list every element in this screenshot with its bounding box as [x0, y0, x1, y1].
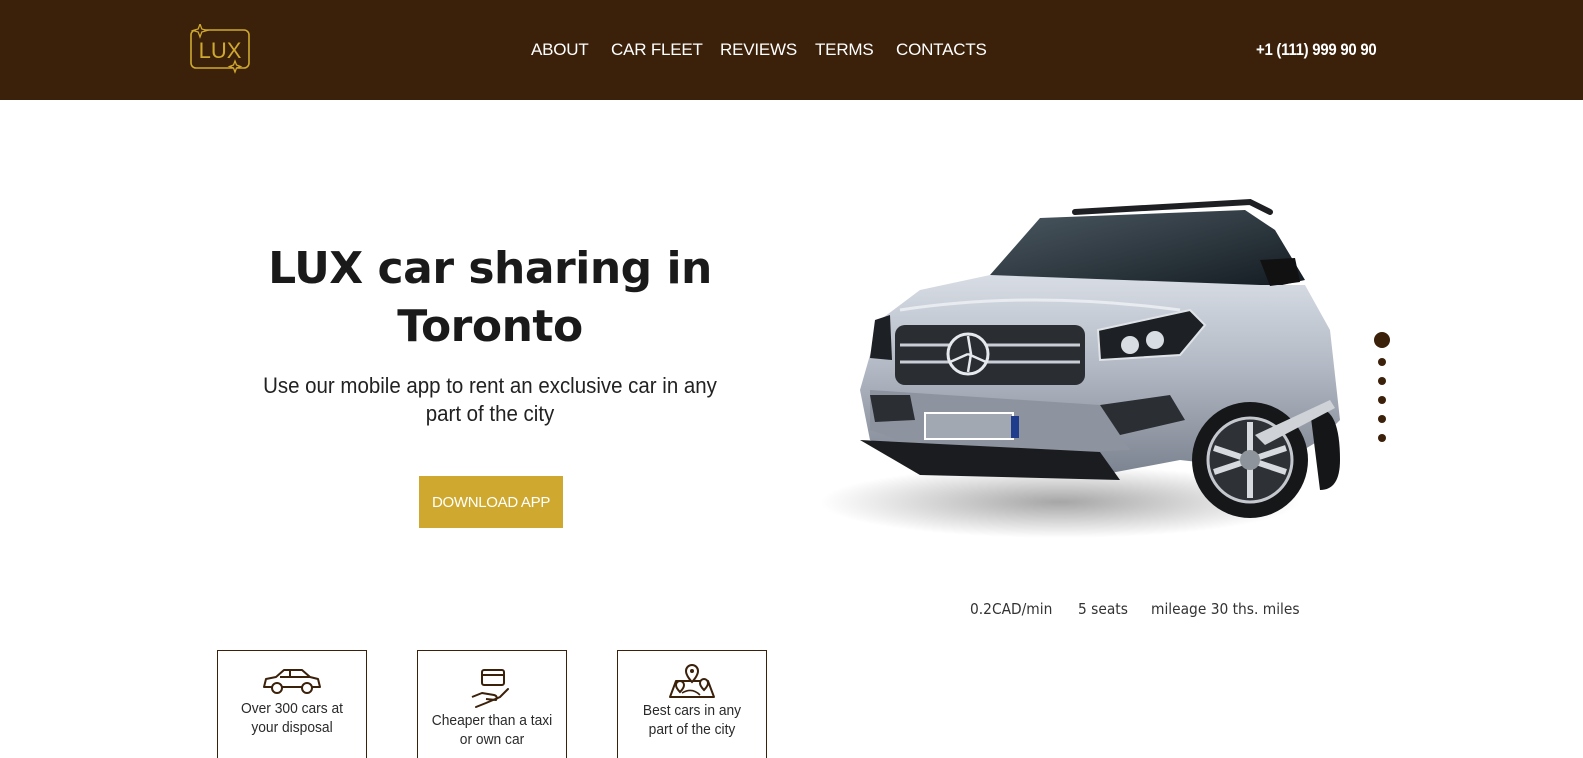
- feature-text-cars-line2: your disposal: [251, 719, 333, 736]
- hero-subtitle-line1: Use our mobile app to rent an exclusive …: [263, 373, 717, 398]
- site-header: LUX ABOUT CAR FLEET REVIEWS TERMS CONTAC…: [0, 0, 1583, 100]
- slider-dots: [1374, 332, 1394, 452]
- car-image: [800, 190, 1360, 560]
- slider-dot-2[interactable]: [1378, 358, 1386, 366]
- spec-seats: 5 seats: [1078, 600, 1129, 618]
- slider-dot-6[interactable]: [1378, 434, 1386, 442]
- feature-card-cars: Over 300 cars at your disposal: [217, 650, 367, 758]
- hero-title-line2: Toronto: [397, 301, 583, 352]
- slider-dot-5[interactable]: [1378, 415, 1386, 423]
- feature-text-best-line2: part of the city: [648, 721, 736, 738]
- map-pins-icon: [669, 663, 715, 698]
- feature-text-cars-line1: Over 300 cars at: [240, 700, 344, 717]
- hero-subtitle: Use our mobile app to rent an exclusive …: [258, 372, 723, 428]
- slider-dot-1[interactable]: [1374, 332, 1390, 348]
- phone-link[interactable]: +1 (111) 999 90 90: [1256, 40, 1377, 60]
- feature-text-cheaper-line1: Cheaper than a taxi: [431, 712, 553, 729]
- nav-about[interactable]: ABOUT: [531, 40, 589, 60]
- car-icon: [263, 669, 321, 694]
- slider-dot-4[interactable]: [1378, 396, 1386, 404]
- feature-card-best-cars: Best cars in any part of the city: [617, 650, 767, 758]
- nav-reviews[interactable]: REVIEWS: [720, 40, 797, 60]
- feature-card-cheaper: Cheaper than a taxi or own car: [417, 650, 567, 758]
- car-specs: 0.2CAD/min 5 seats mileage 30 ths. miles: [970, 600, 1327, 622]
- hero-title-line1: LUX car sharing in: [268, 243, 712, 294]
- hero-title: LUX car sharing in Toronto: [240, 240, 740, 356]
- slider-dot-3[interactable]: [1378, 377, 1386, 385]
- nav-terms[interactable]: TERMS: [815, 40, 874, 60]
- card-in-hand-icon: [471, 669, 509, 708]
- download-app-button[interactable]: DOWNLOAD APP: [419, 476, 563, 528]
- hero-subtitle-line2: part of the city: [425, 401, 555, 426]
- feature-text-cheaper-line2: or own car: [459, 731, 525, 748]
- nav-contacts[interactable]: CONTACTS: [896, 40, 987, 60]
- spec-mileage: mileage 30 ths. miles: [1151, 600, 1300, 618]
- nav-car-fleet[interactable]: CAR FLEET: [611, 40, 703, 60]
- feature-text-best-line1: Best cars in any: [642, 702, 742, 719]
- spec-price: 0.2CAD/min: [970, 600, 1053, 618]
